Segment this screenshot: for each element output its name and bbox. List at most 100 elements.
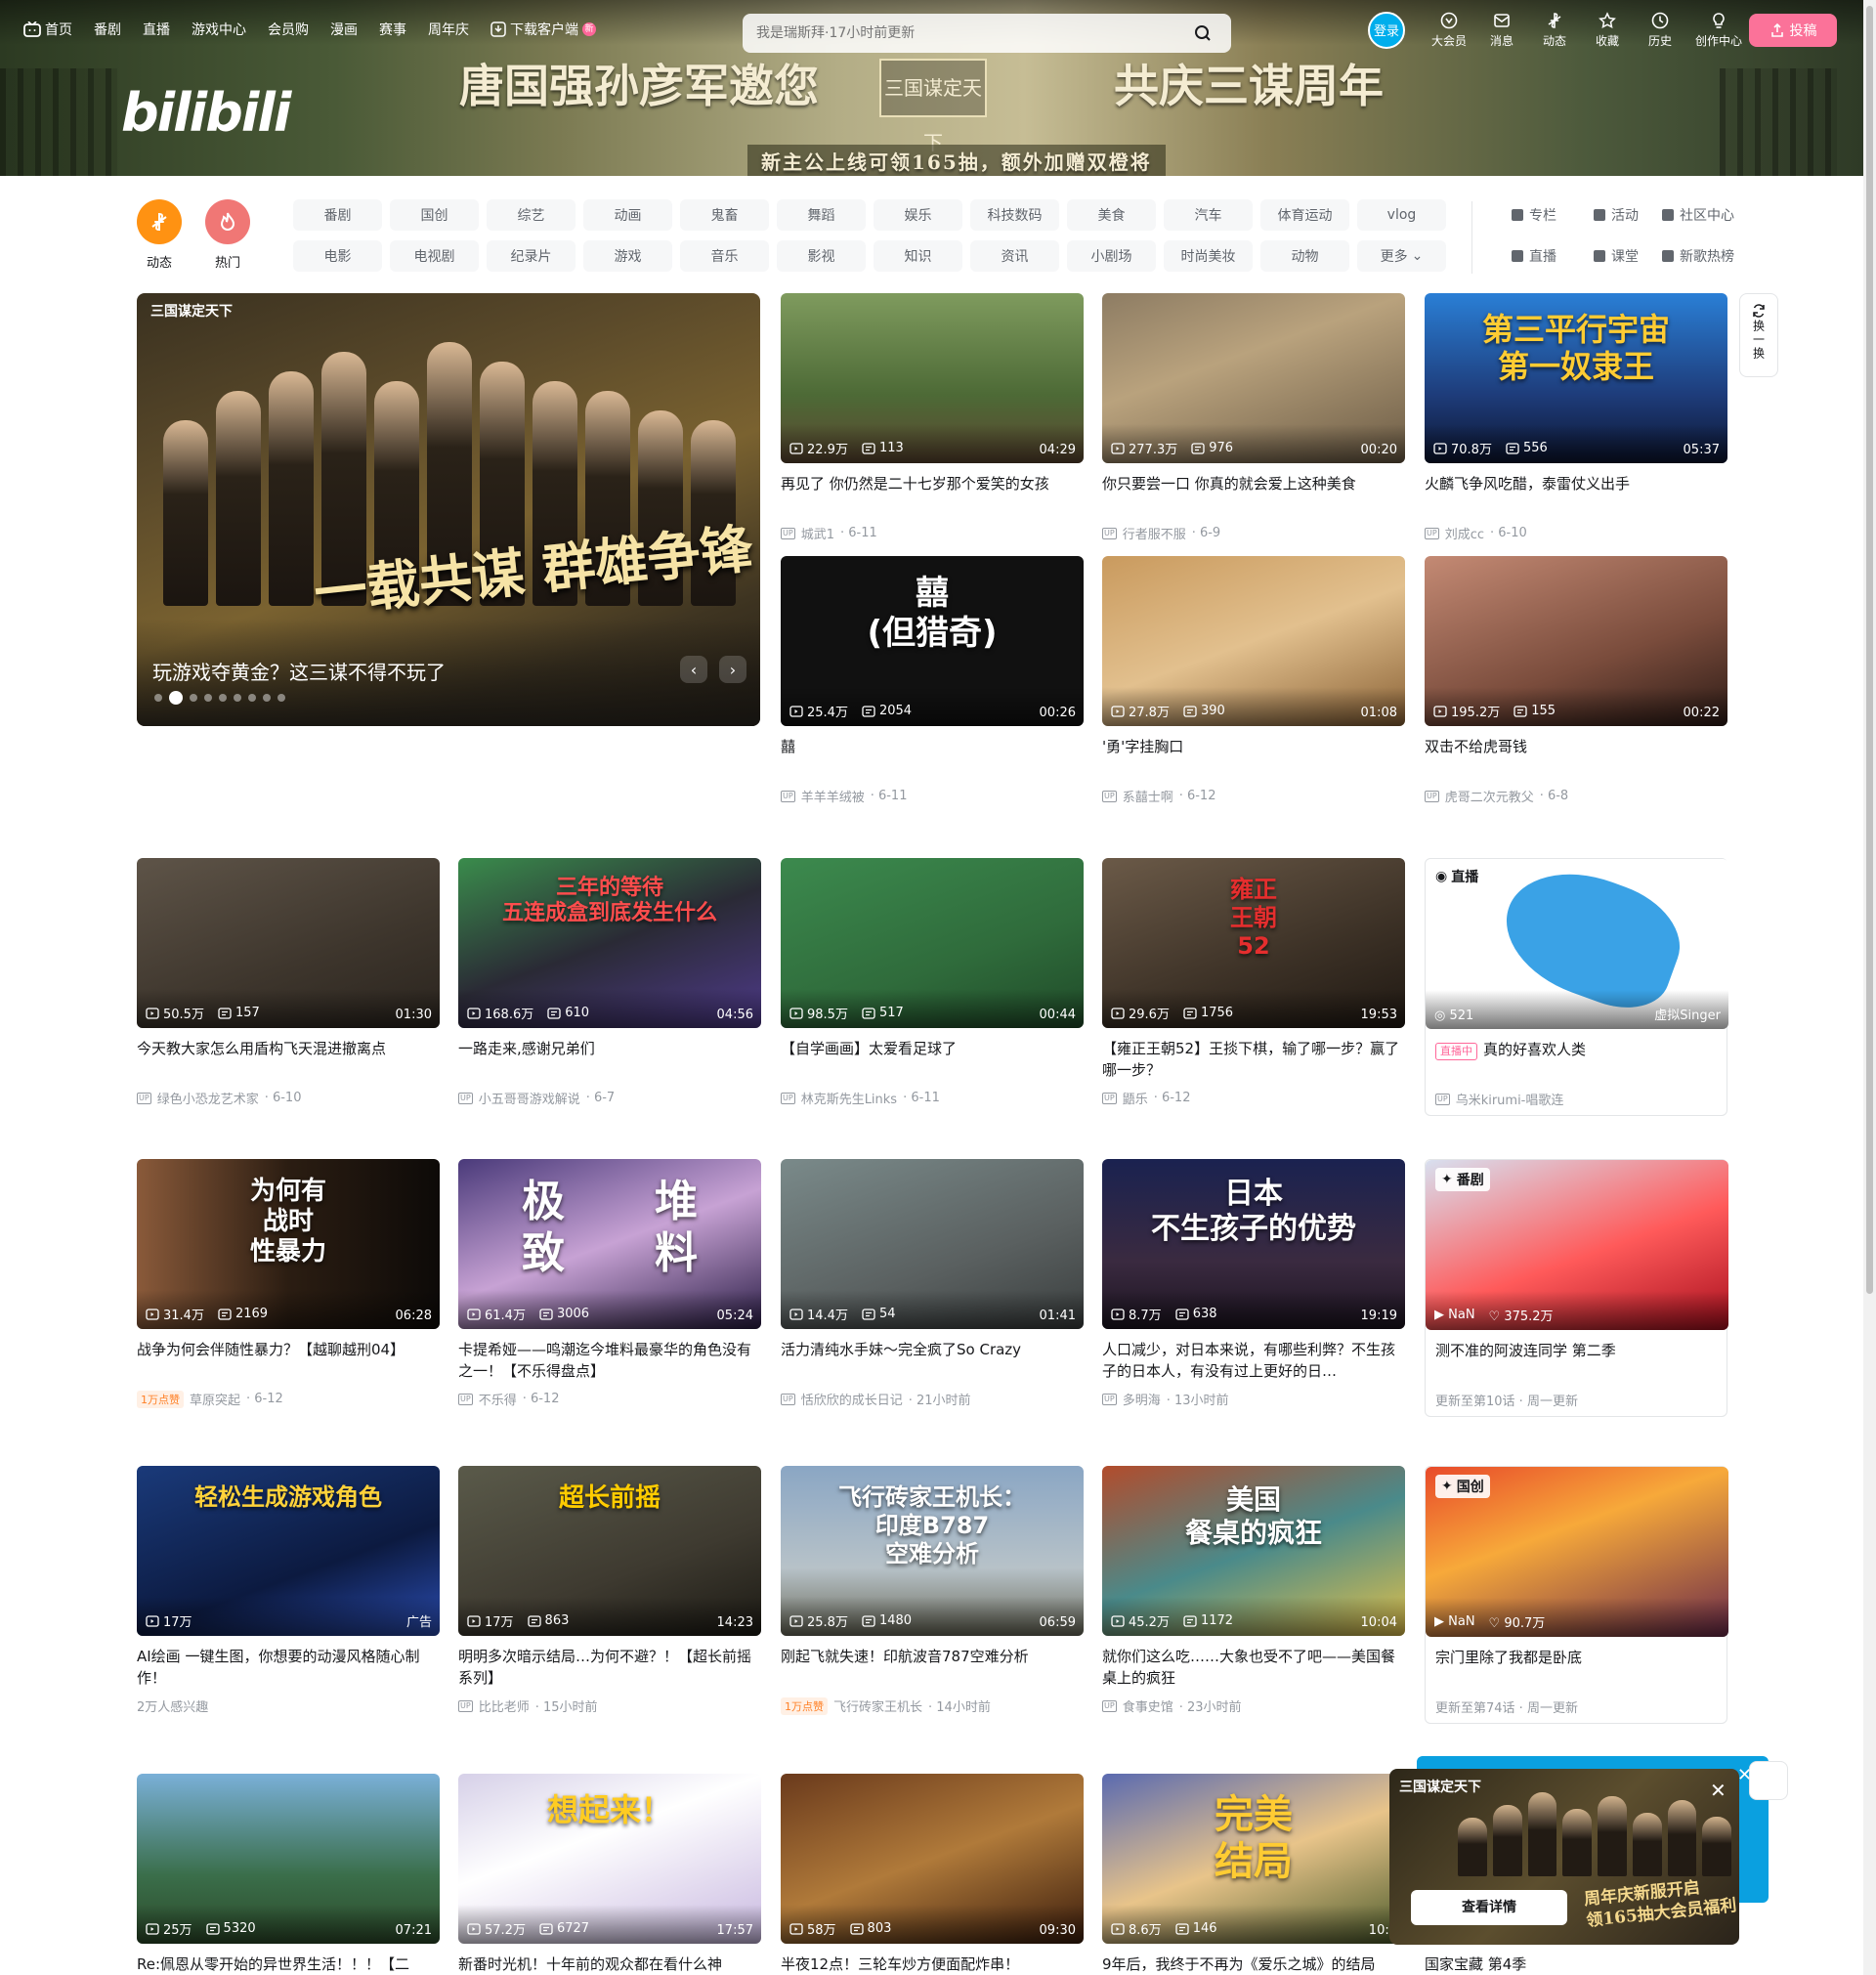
video-thumbnail[interactable]: 25万 5320 07:21 (137, 1774, 440, 1944)
more-channels-button[interactable]: 更多 ⌄ (1357, 240, 1446, 272)
side-channel-link[interactable]: 专栏 (1495, 199, 1573, 231)
video-thumbnail[interactable]: 14.4万 54 01:41 (781, 1159, 1084, 1329)
uploader-name[interactable]: 刘成cc (1445, 524, 1484, 542)
scrollbar-thumb[interactable] (1866, 6, 1873, 1294)
video-thumbnail[interactable]: 完美 结局 8.6万 146 10:2 (1102, 1774, 1405, 1944)
carousel-dot[interactable] (169, 691, 183, 705)
nav-bangumi[interactable]: 番剧 (94, 20, 121, 39)
video-card[interactable]: 98.5万 517 00:44 【自学画画】太爱看足球了 UP 林克斯先生Links · 6… (781, 858, 1084, 1107)
video-title[interactable]: 直播中 真的好喜欢人类 (1426, 1039, 1727, 1082)
channel-chip[interactable]: 动画 (583, 199, 672, 231)
channel-chip[interactable]: 娱乐 (874, 199, 962, 231)
carousel-dot[interactable] (248, 694, 256, 702)
carousel-prev-button[interactable]: ‹ (680, 656, 707, 683)
channel-chip[interactable]: 音乐 (680, 240, 769, 272)
video-thumbnail[interactable]: 囍 (但猎奇) 25.4万 2054 00:26 (781, 556, 1084, 726)
promo-popup[interactable]: 三国谋定天下 周年庆新服开启 领165抽大会员福利 查看详情 ✕ (1389, 1769, 1739, 1945)
video-title[interactable]: 国家宝藏 第4季 (1425, 1954, 1727, 1975)
video-card[interactable]: 50.5万 157 01:30 今天教大家怎么用盾构飞天混进撤离点 UP 绿色小恐龙艺术家… (137, 858, 440, 1107)
bilibili-logo[interactable]: bilibili (121, 82, 291, 144)
video-card[interactable]: 14.4万 54 01:41 活力清纯水手妹～完全疯了So Crazy UP 恬欣欣的成长… (781, 1159, 1084, 1408)
close-icon[interactable]: ✕ (1710, 1779, 1727, 1802)
uploader-name[interactable]: 羊羊羊绒被 (801, 787, 865, 805)
video-thumbnail[interactable]: 277.3万 976 00:20 (1102, 293, 1405, 463)
video-thumbnail[interactable]: 58万 803 09:30 (781, 1774, 1084, 1944)
channel-chip[interactable]: 电影 (293, 240, 382, 272)
uploader-name[interactable]: 林克斯先生Links (801, 1089, 897, 1107)
nav-dynamic[interactable]: 动态 (1537, 12, 1572, 49)
nav-messages[interactable]: 消息 (1484, 12, 1519, 49)
nav-favorites[interactable]: 收藏 (1590, 12, 1625, 49)
side-channel-link[interactable]: 活动 (1577, 199, 1655, 231)
side-channel-link[interactable]: 课堂 (1577, 240, 1655, 272)
carousel-dot[interactable] (190, 694, 197, 702)
video-title[interactable]: 9年后，我终于不再为《爱乐之城》的结局 (1102, 1954, 1405, 1975)
video-card[interactable]: 飞行砖家王机长： 印度B787 空难分析 25.8万 1480 06:59 刚起飞就失速… (781, 1466, 1084, 1715)
channel-chip[interactable]: 美食 (1067, 199, 1156, 231)
search-input[interactable] (756, 25, 1188, 41)
video-thumbnail[interactable]: 超长前摇 17万 863 14:23 (458, 1466, 761, 1636)
login-button[interactable]: 登录 (1368, 12, 1405, 49)
channel-chip[interactable]: 小剧场 (1067, 240, 1156, 272)
video-card[interactable]: 195.2万 155 00:22 双击不给虎哥钱 UP 虎哥二次元教父 · 6-8 (1425, 556, 1727, 805)
nav-esports[interactable]: 赛事 (379, 20, 406, 39)
video-thumbnail[interactable]: 195.2万 155 00:22 (1425, 556, 1727, 726)
video-card[interactable]: 三年的等待 五连成盒到底发生什么 168.6万 610 04:56 一路走来,感谢兄弟们… (458, 858, 761, 1107)
video-thumbnail[interactable]: 雍正 王朝 52 29.6万 1756 19:53 (1102, 858, 1405, 1028)
channel-chip[interactable]: 知识 (874, 240, 962, 272)
video-title[interactable]: 你只要尝一口 你真的就会爱上这种美食 (1102, 473, 1405, 516)
video-title[interactable]: 再见了 你仍然是二十七岁那个爱笑的女孩 (781, 473, 1084, 516)
video-card[interactable]: 美国 餐桌的疯狂 45.2万 1172 10:04 就你们这么吃……大象也受不了吧——美… (1102, 1466, 1405, 1715)
video-thumbnail[interactable]: 98.5万 517 00:44 (781, 858, 1084, 1028)
carousel-dot[interactable] (154, 694, 162, 702)
nav-download[interactable]: 下载客户端 新 (490, 20, 596, 39)
video-title[interactable]: 宗门里除了我都是卧底 (1426, 1647, 1727, 1690)
video-title[interactable]: AI绘画 一键生图，你想要的动漫风格随心制作！ (137, 1646, 440, 1689)
channel-chip[interactable]: 资讯 (970, 240, 1059, 272)
video-title[interactable]: 就你们这么吃……大象也受不了吧——美国餐桌上的疯狂 (1102, 1646, 1405, 1689)
special-card-live[interactable]: ◉ 直播 ◎ 521 虚拟Singer 直播中 真的好喜欢人类 UP 乌米kirumi-唱歌连 (1425, 858, 1728, 1116)
bangumi-thumbnail[interactable]: ✦ 番剧 ▶ NaN ♡ 375.2万 (1426, 1160, 1728, 1330)
video-title[interactable]: 火麟飞争风吃醋，泰雷仗义出手 (1425, 473, 1727, 516)
bangumi-thumbnail[interactable]: ✦ 国创 ▶ NaN ♡ 90.7万 (1426, 1467, 1728, 1637)
carousel-title[interactable]: 玩游戏夺黄金？这三谋不得不玩了 (152, 657, 446, 685)
video-title[interactable]: 一路走来,感谢兄弟们 (458, 1038, 761, 1081)
carousel-dot[interactable] (234, 694, 241, 702)
channel-hot[interactable]: 热门 (205, 199, 250, 271)
channel-chip[interactable]: 汽车 (1164, 199, 1253, 231)
video-card[interactable]: 囍 (但猎奇) 25.4万 2054 00:26 囍 UP 羊羊羊绒被 · 6-11 (781, 556, 1084, 805)
video-thumbnail[interactable]: 27.8万 390 01:08 (1102, 556, 1405, 726)
uploader-name[interactable]: 小五哥哥游戏解说 (479, 1089, 580, 1107)
nav-history[interactable]: 历史 (1642, 12, 1678, 49)
nav-game-center[interactable]: 游戏中心 (192, 20, 246, 39)
video-thumbnail[interactable]: 22.9万 113 04:29 (781, 293, 1084, 463)
channel-chip[interactable]: 科技数码 (970, 199, 1059, 231)
uploader-name[interactable]: 不乐得 (479, 1390, 517, 1408)
uploader-name[interactable]: 城武1 (801, 524, 834, 542)
channel-chip[interactable]: 动物 (1260, 240, 1349, 272)
channel-chip[interactable]: 鬼畜 (680, 199, 769, 231)
video-thumbnail[interactable]: 轻松生成游戏角色 17万 广告 (137, 1466, 440, 1636)
video-thumbnail[interactable]: 50.5万 157 01:30 (137, 858, 440, 1028)
floating-mini-button[interactable] (1749, 1761, 1788, 1800)
special-card-bangumi[interactable]: ✦ 番剧 ▶ NaN ♡ 375.2万 测不准的阿波连同学 第二季 更新至第10话 · 周… (1425, 1159, 1728, 1417)
uploader-name[interactable]: 比比老师 (479, 1696, 530, 1715)
uploader-name[interactable]: 草原突起 (190, 1390, 240, 1408)
carousel-dot[interactable] (263, 694, 271, 702)
video-card[interactable]: 轻松生成游戏角色 17万 广告 AI绘画 一键生图，你想要的动漫风格随心制作！ 2万人感… (137, 1466, 440, 1715)
uploader-name[interactable]: 飞行砖家王机长 (833, 1696, 922, 1715)
floating-close-icon[interactable]: ✕ (1737, 1765, 1752, 1785)
upload-button[interactable]: 投稿 (1749, 14, 1837, 47)
carousel-next-button[interactable]: › (719, 656, 746, 683)
channel-chip[interactable]: 时尚美妆 (1164, 240, 1253, 272)
video-card[interactable]: 日本 不生孩子的优势 8.7万 638 19:19 人口减少，对日本来说，有哪些利弊？不… (1102, 1159, 1405, 1408)
nav-creator-center[interactable]: 创作中心 (1695, 12, 1742, 49)
channel-chip[interactable]: 番剧 (293, 199, 382, 231)
channel-chip[interactable]: 舞蹈 (777, 199, 866, 231)
video-card[interactable]: 58万 803 09:30 半夜12点！三轮车炒方便面配炸串！ (781, 1774, 1084, 1975)
video-thumbnail[interactable]: 日本 不生孩子的优势 8.7万 638 19:19 (1102, 1159, 1405, 1329)
channel-chip[interactable]: 游戏 (583, 240, 672, 272)
video-title[interactable]: 双击不给虎哥钱 (1425, 736, 1727, 779)
video-title[interactable]: 新番时光机！十年前的观众都在看什么神 (458, 1954, 761, 1975)
video-title[interactable]: 【自学画画】太爱看足球了 (781, 1038, 1084, 1081)
